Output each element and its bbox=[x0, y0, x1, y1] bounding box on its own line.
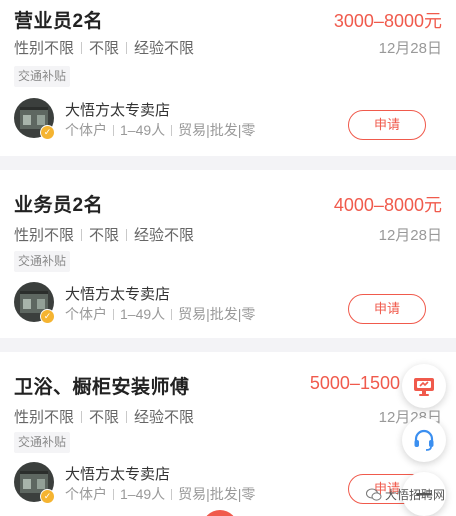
company-industry: 贸易|批发|零 bbox=[178, 486, 256, 502]
job-requirements: 性别不限 不限 经验不限 12月28日 bbox=[14, 406, 442, 426]
requirement-gender: 性别不限 bbox=[14, 40, 75, 57]
company-name: 大悟方太专卖店 bbox=[65, 466, 171, 483]
divider bbox=[126, 42, 128, 54]
divider bbox=[126, 229, 128, 241]
job-title: 卫浴、橱柜安装师傅 bbox=[14, 377, 190, 398]
requirement-gender: 性别不限 bbox=[14, 409, 75, 426]
job-title-row: 营业员2名 3000–8000元 bbox=[14, 6, 442, 32]
company-info[interactable]: ✓ 大悟方太专卖店 个体户 1–49人 贸易|批发|零 申请 bbox=[14, 98, 442, 140]
verified-icon: ✓ bbox=[40, 125, 55, 140]
customer-service-button[interactable] bbox=[402, 418, 446, 462]
divider bbox=[171, 309, 173, 320]
requirement-education: 不限 bbox=[89, 409, 120, 426]
job-title-row: 业务员2名 4000–8000元 bbox=[14, 190, 442, 216]
job-title: 业务员2名 bbox=[14, 195, 104, 216]
divider bbox=[171, 125, 173, 136]
requirement-gender: 性别不限 bbox=[14, 227, 75, 244]
wechat-icon bbox=[366, 488, 382, 501]
company-industry: 贸易|批发|零 bbox=[178, 306, 256, 322]
company-industry: 贸易|批发|零 bbox=[178, 122, 256, 138]
company-type: 个体户 bbox=[65, 122, 107, 138]
job-card[interactable]: 业务员2名 4000–8000元 性别不限 不限 经验不限 12月28日 交通补贴 … bbox=[0, 170, 456, 338]
requirement-experience: 经验不限 bbox=[134, 409, 195, 426]
company-info[interactable]: ✓ 大悟方太专卖店 个体户 1–49人 贸易|批发|零 申请 bbox=[14, 282, 442, 324]
apply-button[interactable]: 申请 bbox=[348, 294, 426, 324]
post-date: 12月28日 bbox=[378, 40, 442, 57]
company-name: 大悟方太专卖店 bbox=[65, 286, 171, 303]
divider bbox=[81, 411, 83, 423]
headset-icon bbox=[414, 429, 434, 451]
divider bbox=[126, 411, 128, 423]
job-title-row: 卫浴、橱柜安装师傅 5000–1500 bbox=[14, 372, 442, 398]
benefit-tag: 交通补贴 bbox=[14, 66, 71, 87]
verified-icon: ✓ bbox=[40, 489, 55, 504]
company-type: 个体户 bbox=[65, 486, 107, 502]
monitor-icon bbox=[414, 378, 434, 396]
divider bbox=[171, 489, 173, 500]
company-meta: 个体户 1–49人 贸易|批发|零 bbox=[65, 120, 259, 140]
watermark-text: 大悟招聘网 bbox=[385, 488, 446, 502]
job-salary: 5000–1500 bbox=[309, 373, 400, 393]
requirement-experience: 经验不限 bbox=[134, 40, 195, 57]
divider bbox=[81, 42, 83, 54]
company-meta: 个体户 1–49人 贸易|批发|零 bbox=[65, 304, 259, 324]
requirement-education: 不限 bbox=[89, 40, 120, 57]
company-size: 1–49人 bbox=[120, 486, 166, 502]
watermark: 大悟招聘网 bbox=[366, 486, 445, 506]
company-name: 大悟方太专卖店 bbox=[65, 102, 171, 119]
job-salary: 3000–8000元 bbox=[333, 11, 442, 31]
job-card[interactable]: 营业员2名 3000–8000元 性别不限 不限 经验不限 12月28日 交通补贴 … bbox=[0, 0, 456, 156]
company-meta: 个体户 1–49人 贸易|批发|零 bbox=[65, 484, 259, 504]
job-salary: 4000–8000元 bbox=[333, 195, 442, 215]
requirement-experience: 经验不限 bbox=[134, 227, 195, 244]
company-size: 1–49人 bbox=[120, 122, 166, 138]
divider bbox=[113, 125, 114, 136]
verified-icon: ✓ bbox=[40, 309, 55, 324]
benefit-tag: 交通补贴 bbox=[14, 432, 71, 453]
company-size: 1–49人 bbox=[120, 306, 166, 322]
divider bbox=[113, 489, 114, 500]
apply-button[interactable]: 申请 bbox=[348, 110, 426, 140]
benefit-tag: 交通补贴 bbox=[14, 251, 71, 272]
post-date: 12月28日 bbox=[378, 227, 442, 244]
company-type: 个体户 bbox=[65, 306, 107, 322]
requirement-education: 不限 bbox=[89, 227, 120, 244]
divider bbox=[81, 229, 83, 241]
job-requirements: 性别不限 不限 经验不限 12月28日 bbox=[14, 224, 442, 244]
job-title: 营业员2名 bbox=[14, 11, 104, 32]
divider bbox=[113, 309, 114, 320]
monitor-float-button[interactable] bbox=[402, 364, 446, 408]
job-requirements: 性别不限 不限 经验不限 12月28日 bbox=[14, 37, 442, 57]
